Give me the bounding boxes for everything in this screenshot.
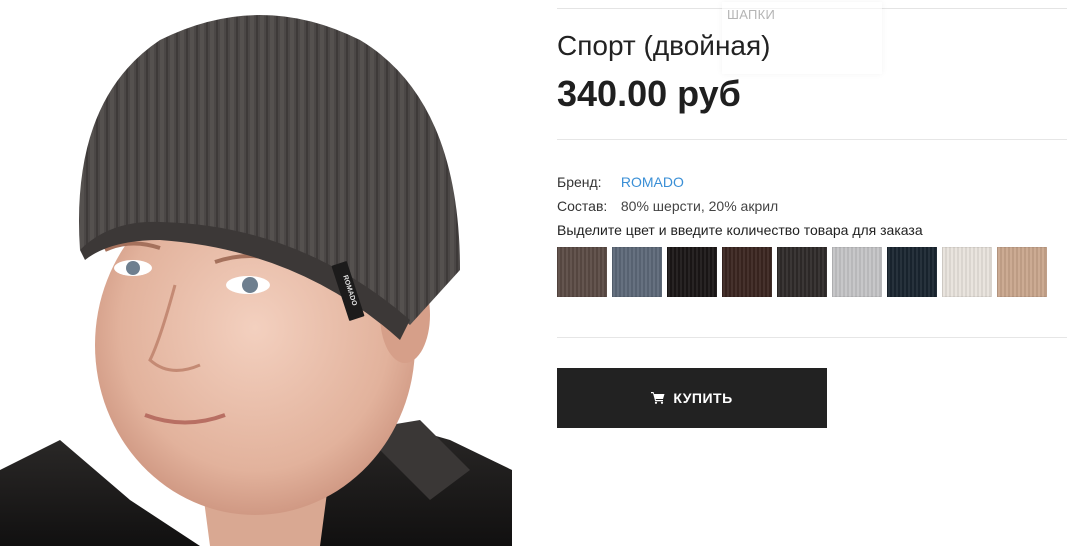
brand-label: Бренд:: [557, 174, 602, 190]
color-swatch-blue-grey[interactable]: [612, 247, 662, 297]
color-swatch-dark-brown[interactable]: [722, 247, 772, 297]
color-swatch-navy[interactable]: [887, 247, 937, 297]
color-swatches: [557, 247, 1047, 297]
brand-link[interactable]: ROMADO: [621, 174, 684, 190]
product-title: Спорт (двойная): [557, 30, 771, 61]
product-image-hat-model: ROMADO: [0, 0, 512, 546]
color-swatch-light-grey[interactable]: [832, 247, 882, 297]
shopping-cart-icon: [651, 392, 665, 404]
composition-row: Состав: 80% шерсти, 20% акрил: [557, 198, 778, 214]
product-info-panel: ШАПКИ Спорт (двойная) 340.00 руб Бренд: …: [557, 0, 1067, 546]
color-instruction: Выделите цвет и введите количество товар…: [557, 222, 923, 238]
color-swatch-charcoal[interactable]: [777, 247, 827, 297]
composition-label: Состав:: [557, 198, 608, 214]
product-price: 340.00 руб: [557, 73, 741, 114]
buy-button[interactable]: КУПИТЬ: [557, 368, 827, 428]
color-swatch-beige[interactable]: [997, 247, 1047, 297]
color-swatch-cream[interactable]: [942, 247, 992, 297]
color-swatch-black[interactable]: [667, 247, 717, 297]
divider-middle: [557, 139, 1067, 140]
product-photo: ROMADO: [0, 0, 512, 546]
breadcrumb-category[interactable]: ШАПКИ: [727, 7, 775, 22]
color-swatch-brown[interactable]: [557, 247, 607, 297]
buy-button-label: КУПИТЬ: [673, 390, 733, 406]
product-page: ROMADO ШАПКИ Спорт (двойная) 340.00 руб …: [0, 0, 1067, 546]
divider-bottom: [557, 337, 1067, 338]
composition-value: 80% шерсти, 20% акрил: [620, 198, 779, 214]
brand-row: Бренд: ROMADO: [557, 174, 684, 190]
